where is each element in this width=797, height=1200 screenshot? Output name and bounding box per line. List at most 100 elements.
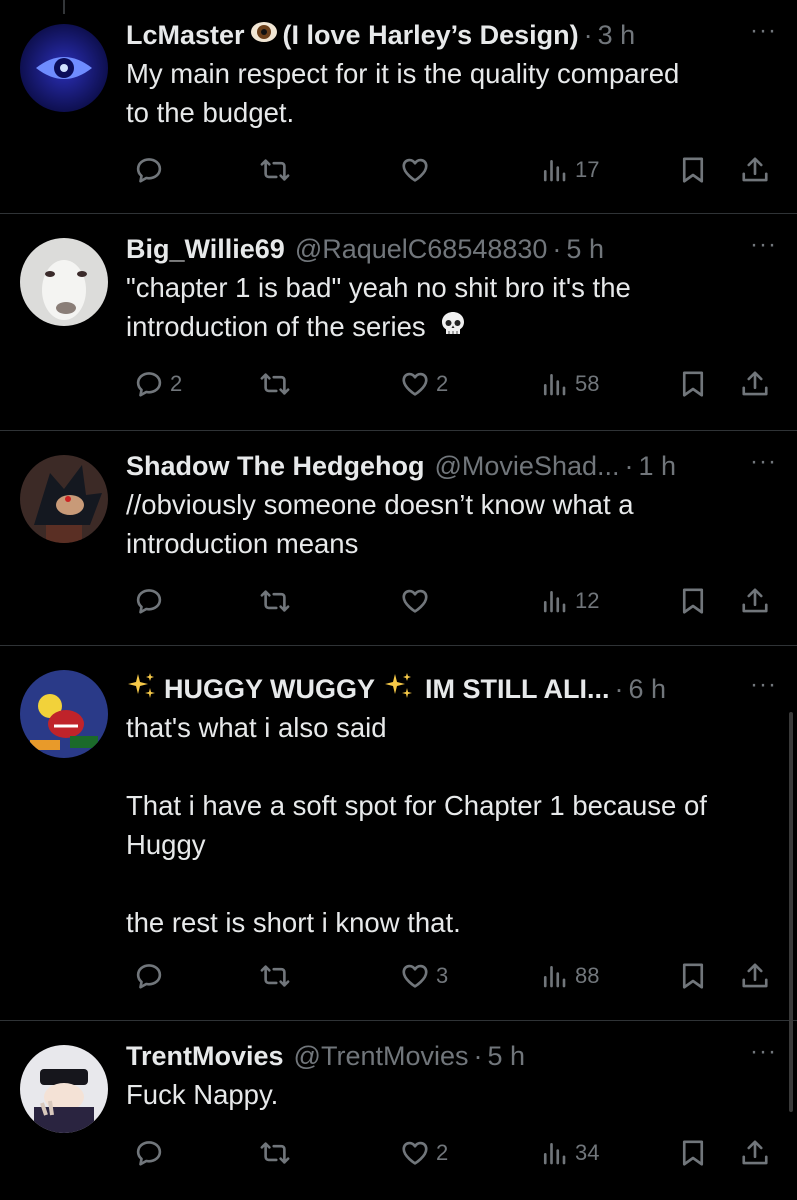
separator-dot: ·	[614, 673, 624, 704]
like-button[interactable]	[400, 581, 436, 621]
avatar[interactable]	[20, 1045, 108, 1133]
display-name[interactable]: Big_Willie69	[126, 234, 285, 265]
avatar[interactable]	[20, 455, 108, 543]
tweet[interactable]: Big_Willie69 @RaquelC68548830 · 5 h ··· …	[0, 214, 797, 430]
timestamp[interactable]: 1 h	[639, 451, 677, 482]
display-name[interactable]: Shadow The Hedgehog	[126, 451, 425, 482]
retweet-button[interactable]	[260, 581, 296, 621]
views-button[interactable]: 88	[539, 956, 599, 996]
timestamp[interactable]: 6 h	[629, 674, 667, 705]
action-bar: 2 2 58	[126, 364, 777, 404]
display-name[interactable]: HUGGY WUGGY	[164, 674, 375, 705]
views-icon	[543, 590, 566, 613]
display-name-suffix: IM STILL ALI...	[425, 673, 610, 704]
tweet-text: that's what i also said That i have a so…	[126, 712, 707, 938]
views-icon	[543, 1142, 566, 1165]
bookmark-button[interactable]	[678, 956, 708, 996]
share-icon	[742, 1140, 768, 1165]
bookmark-button[interactable]	[678, 581, 708, 621]
bookmark-button[interactable]	[678, 1133, 708, 1173]
scrollbar[interactable]	[789, 712, 793, 1112]
share-button[interactable]	[740, 956, 770, 996]
tweet-text: //obviously someone doesn’t know what a …	[126, 489, 634, 559]
views-button[interactable]: 12	[539, 581, 599, 621]
display-name[interactable]: LcMaster	[126, 20, 245, 51]
bookmark-icon	[682, 1140, 704, 1166]
bookmark-icon	[682, 371, 704, 397]
bookmark-icon	[682, 588, 704, 614]
user-handle[interactable]: @TrentMovies	[294, 1041, 469, 1072]
reply-feed: LcMaster (I love Harley’s Design) · 3 h …	[0, 0, 797, 1200]
like-button[interactable]: 2	[400, 1133, 448, 1173]
action-bar: 3 88	[126, 956, 777, 996]
more-options-button[interactable]: ···	[750, 230, 777, 260]
bookmark-icon	[682, 157, 704, 183]
share-button[interactable]	[740, 581, 770, 621]
bookmark-button[interactable]	[678, 150, 708, 190]
share-button[interactable]	[740, 150, 770, 190]
like-button[interactable]	[400, 150, 436, 190]
retweet-icon	[260, 1142, 290, 1164]
reply-button[interactable]	[134, 956, 170, 996]
retweet-icon	[260, 590, 290, 612]
reply-icon	[136, 589, 162, 614]
heart-icon	[402, 589, 428, 613]
tweet-text: My main respect for it is the quality co…	[126, 58, 680, 128]
tweet[interactable]: LcMaster (I love Harley’s Design) · 3 h …	[0, 0, 797, 213]
like-button[interactable]: 3	[400, 956, 448, 996]
more-options-button[interactable]: ···	[750, 16, 777, 46]
bookmark-button[interactable]	[678, 364, 708, 404]
views-button[interactable]: 34	[539, 1133, 599, 1173]
more-options-button[interactable]: ···	[750, 1037, 777, 1067]
timestamp[interactable]: 3 h	[598, 20, 636, 51]
retweet-button[interactable]	[260, 1133, 296, 1173]
retweet-button[interactable]	[260, 150, 296, 190]
display-name-suffix: (I love Harley’s Design)	[282, 19, 579, 50]
more-options-button[interactable]: ···	[750, 670, 777, 700]
views-button[interactable]: 58	[539, 364, 599, 404]
avatar[interactable]	[20, 670, 108, 758]
heart-icon	[402, 964, 428, 988]
tweet-header: Big_Willie69 @RaquelC68548830 · 5 h	[126, 230, 777, 268]
reply-icon	[136, 372, 162, 397]
reply-button[interactable]	[134, 1133, 170, 1173]
action-bar: 12	[126, 581, 777, 621]
reply-button[interactable]	[134, 581, 170, 621]
share-icon	[742, 963, 768, 988]
user-handle[interactable]: @RaquelC68548830	[295, 234, 548, 265]
views-button[interactable]: 17	[539, 150, 599, 190]
more-options-button[interactable]: ···	[750, 447, 777, 477]
retweet-icon	[260, 159, 290, 181]
share-icon	[742, 157, 768, 182]
user-handle[interactable]: @MovieShad...	[435, 451, 620, 482]
reply-icon	[136, 964, 162, 989]
timestamp[interactable]: 5 h	[488, 1041, 526, 1072]
timestamp[interactable]: 5 h	[566, 234, 604, 265]
reply-icon	[136, 158, 162, 183]
tweet-text: "chapter 1 is bad" yeah no shit bro it's…	[126, 268, 777, 349]
reply-button[interactable]	[134, 150, 170, 190]
sparkles-emoji-icon	[383, 670, 415, 709]
separator-dot: ·	[624, 450, 634, 481]
avatar[interactable]	[20, 238, 108, 326]
action-bar: 2 34	[126, 1133, 777, 1173]
tweet[interactable]: HUGGY WUGGY IM STILL ALI... · 6 h ··· th…	[0, 646, 797, 1020]
heart-icon	[402, 1141, 428, 1165]
share-button[interactable]	[740, 364, 770, 404]
tweet[interactable]: TrentMovies @TrentMovies · 5 h ··· Fuck …	[0, 1021, 797, 1200]
bookmark-icon	[682, 963, 704, 989]
reply-icon	[136, 1141, 162, 1166]
retweet-button[interactable]	[260, 364, 296, 404]
reply-button[interactable]: 2	[134, 364, 182, 404]
like-button[interactable]: 2	[400, 364, 448, 404]
tweet[interactable]: Shadow The Hedgehog @MovieShad... · 1 h …	[0, 431, 797, 645]
display-name[interactable]: TrentMovies	[126, 1041, 284, 1072]
share-icon	[742, 371, 768, 396]
tweet-header: HUGGY WUGGY IM STILL ALI... · 6 h	[126, 670, 777, 708]
retweet-button[interactable]	[260, 956, 296, 996]
share-button[interactable]	[740, 1133, 770, 1173]
separator-dot: ·	[473, 1040, 483, 1071]
avatar[interactable]	[20, 24, 108, 112]
skull-emoji-icon	[438, 309, 468, 349]
retweet-icon	[260, 965, 290, 987]
